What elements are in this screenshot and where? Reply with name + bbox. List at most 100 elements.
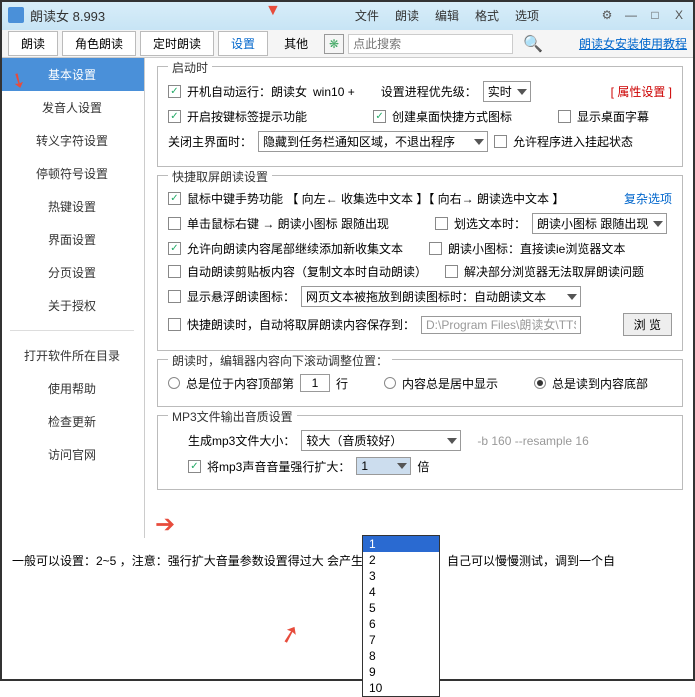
gear-icon[interactable]: ⚙ bbox=[599, 8, 615, 22]
minimize-button[interactable]: — bbox=[623, 8, 639, 22]
path-input[interactable] bbox=[421, 316, 581, 334]
option[interactable]: 10 bbox=[363, 680, 439, 696]
toolbar: 朗读 角色朗读 定时朗读 设置 其他 ❋ 🔍 朗读女安装使用教程 bbox=[0, 30, 695, 58]
sidebar-item-about[interactable]: 关于授权 bbox=[0, 289, 144, 322]
checkbox-tail[interactable] bbox=[168, 242, 181, 255]
amplify-dropdown[interactable]: 1 2 3 4 5 6 7 8 9 10 bbox=[362, 535, 440, 697]
label: 关闭主界面时： bbox=[168, 133, 252, 150]
arrow-icon: ➔ bbox=[155, 510, 175, 539]
sidebar-item-help[interactable]: 使用帮助 bbox=[0, 372, 144, 405]
checkbox-tip[interactable] bbox=[168, 110, 181, 123]
tab-read[interactable]: 朗读 bbox=[8, 31, 58, 56]
checkbox-suspend[interactable] bbox=[494, 135, 507, 148]
label: 显示悬浮朗读图标： bbox=[187, 288, 295, 305]
search-input[interactable] bbox=[348, 34, 513, 54]
title-bar: 朗读女 8.993 ▼ 文件 朗读 编辑 格式 选项 ⚙ — □ X bbox=[0, 0, 695, 30]
option[interactable]: 9 bbox=[363, 664, 439, 680]
sidebar-item-escape[interactable]: 转义字符设置 bbox=[0, 124, 144, 157]
close-button[interactable]: X bbox=[671, 8, 687, 22]
option[interactable]: 2 bbox=[363, 552, 439, 568]
amplify-select[interactable]: 1 bbox=[356, 457, 411, 475]
label: 允许向朗读内容尾部继续添加新收集文本 bbox=[187, 240, 403, 257]
priority-select[interactable]: 实时 bbox=[483, 81, 531, 102]
menu-file[interactable]: 文件 bbox=[349, 5, 385, 26]
attr-link[interactable]: [ 属性设置 ] bbox=[611, 83, 672, 100]
app-title: 朗读女 8.993 bbox=[30, 6, 105, 25]
menu-options[interactable]: 选项 bbox=[509, 5, 545, 26]
browse-button[interactable]: 浏 览 bbox=[623, 313, 672, 336]
paw-icon[interactable]: ❋ bbox=[324, 34, 344, 54]
content-panel: 启动时 开机自动运行：朗读女 win10 + 设置进程优先级： 实时 [ 属性设… bbox=[145, 58, 695, 538]
label: 设置进程优先级： bbox=[381, 83, 477, 100]
label: 单击鼠标右键 → 朗读小图标 跟随出现 bbox=[187, 215, 389, 232]
sidebar-item-ui[interactable]: 界面设置 bbox=[0, 223, 144, 256]
sidebar-item-pause[interactable]: 停顿符号设置 bbox=[0, 157, 144, 190]
help-link[interactable]: 朗读女安装使用教程 bbox=[579, 35, 687, 52]
select-text-select[interactable]: 朗读小图标 跟随出现 bbox=[532, 213, 667, 234]
divider bbox=[10, 330, 134, 331]
checkbox-gesture[interactable] bbox=[168, 192, 181, 205]
label: 划选文本时： bbox=[454, 215, 526, 232]
sidebar-item-hotkey[interactable]: 热键设置 bbox=[0, 190, 144, 223]
checkbox-fastsave[interactable] bbox=[168, 318, 181, 331]
option[interactable]: 8 bbox=[363, 648, 439, 664]
complex-link[interactable]: 复杂选项 bbox=[624, 190, 672, 207]
sidebar: ➘ 基本设置 发音人设置 转义字符设置 停顿符号设置 热键设置 界面设置 分页设… bbox=[0, 58, 145, 538]
group-title: 朗读时，编辑器内容向下滚动调整位置： bbox=[168, 352, 392, 369]
line-input[interactable] bbox=[300, 374, 330, 392]
menu-read[interactable]: 朗读 bbox=[389, 5, 425, 26]
startup-group: 启动时 开机自动运行：朗读女 win10 + 设置进程优先级： 实时 [ 属性设… bbox=[157, 66, 683, 167]
checkbox-shortcut[interactable] bbox=[373, 110, 386, 123]
option[interactable]: 3 bbox=[363, 568, 439, 584]
label: 创建桌面快捷方式图标 bbox=[392, 108, 512, 125]
checkbox-select[interactable] bbox=[435, 217, 448, 230]
window-controls: ⚙ — □ X bbox=[599, 8, 687, 22]
checkbox-autorun[interactable] bbox=[168, 85, 181, 98]
checkbox-float[interactable] bbox=[168, 290, 181, 303]
tab-role-read[interactable]: 角色朗读 bbox=[62, 31, 136, 56]
maximize-button[interactable]: □ bbox=[647, 8, 663, 22]
option[interactable]: 6 bbox=[363, 616, 439, 632]
sidebar-item-voice[interactable]: 发音人设置 bbox=[0, 91, 144, 124]
sidebar-item-update[interactable]: 检查更新 bbox=[0, 405, 144, 438]
radio-top[interactable] bbox=[168, 377, 180, 389]
group-title: MP3文件输出音质设置 bbox=[168, 408, 297, 425]
sidebar-item-folder[interactable]: 打开软件所在目录 bbox=[0, 339, 144, 372]
label: 将mp3声音音量强行扩大： bbox=[207, 458, 350, 475]
menu-format[interactable]: 格式 bbox=[469, 5, 505, 26]
checkbox-smallicon[interactable] bbox=[429, 242, 442, 255]
option[interactable]: 4 bbox=[363, 584, 439, 600]
radio-bottom[interactable] bbox=[534, 377, 546, 389]
cmd-text: -b 160 --resample 16 bbox=[477, 434, 588, 448]
footer-note: 一般可以设置：2~5 ，注意：强行扩大音量参数设置得过大 会产生比较大的噪音。自… bbox=[8, 548, 687, 573]
option[interactable]: 1 bbox=[363, 536, 439, 552]
size-select[interactable]: 较大（音质较好） bbox=[301, 430, 461, 451]
label: 倍 bbox=[417, 458, 429, 475]
sidebar-item-page[interactable]: 分页设置 bbox=[0, 256, 144, 289]
option[interactable]: 5 bbox=[363, 600, 439, 616]
checkbox-subtitle[interactable] bbox=[558, 110, 571, 123]
radio-center[interactable] bbox=[384, 377, 396, 389]
label: 朗读小图标：直接读ie浏览器文本 bbox=[448, 240, 625, 257]
option[interactable]: 7 bbox=[363, 632, 439, 648]
float-select[interactable]: 网页文本被拖放到朗读图标时：自动朗读文本 bbox=[301, 286, 581, 307]
checkbox-rightclick[interactable] bbox=[168, 217, 181, 230]
label: 鼠标中键手势功能 【 向左← 收集选中文本 】【 向右→ 朗读选中文本 】 bbox=[187, 190, 564, 207]
label: 总是位于内容顶部第 bbox=[186, 375, 294, 392]
checkbox-browser[interactable] bbox=[445, 265, 458, 278]
scroll-group: 朗读时，编辑器内容向下滚动调整位置： 总是位于内容顶部第 行 内容总是居中显示 … bbox=[157, 359, 683, 407]
tab-settings[interactable]: 设置 bbox=[218, 31, 268, 56]
checkbox-clipboard[interactable] bbox=[168, 265, 181, 278]
menu-bar: 文件 朗读 编辑 格式 选项 bbox=[349, 5, 545, 26]
sidebar-item-website[interactable]: 访问官网 bbox=[0, 438, 144, 471]
tab-other[interactable]: 其他 bbox=[272, 32, 320, 55]
tab-timed-read[interactable]: 定时朗读 bbox=[140, 31, 214, 56]
label: 自动朗读剪贴板内容（复制文本时自动朗读） bbox=[187, 263, 427, 280]
menu-edit[interactable]: 编辑 bbox=[429, 5, 465, 26]
search-icon[interactable]: 🔍 bbox=[517, 34, 549, 54]
label: 解决部分浏览器无法取屏朗读问题 bbox=[464, 263, 644, 280]
label: 行 bbox=[336, 375, 348, 392]
close-select[interactable]: 隐藏到任务栏通知区域，不退出程序 bbox=[258, 131, 488, 152]
checkbox-amplify[interactable] bbox=[188, 460, 201, 473]
label: 开启按键标签提示功能 bbox=[187, 108, 307, 125]
